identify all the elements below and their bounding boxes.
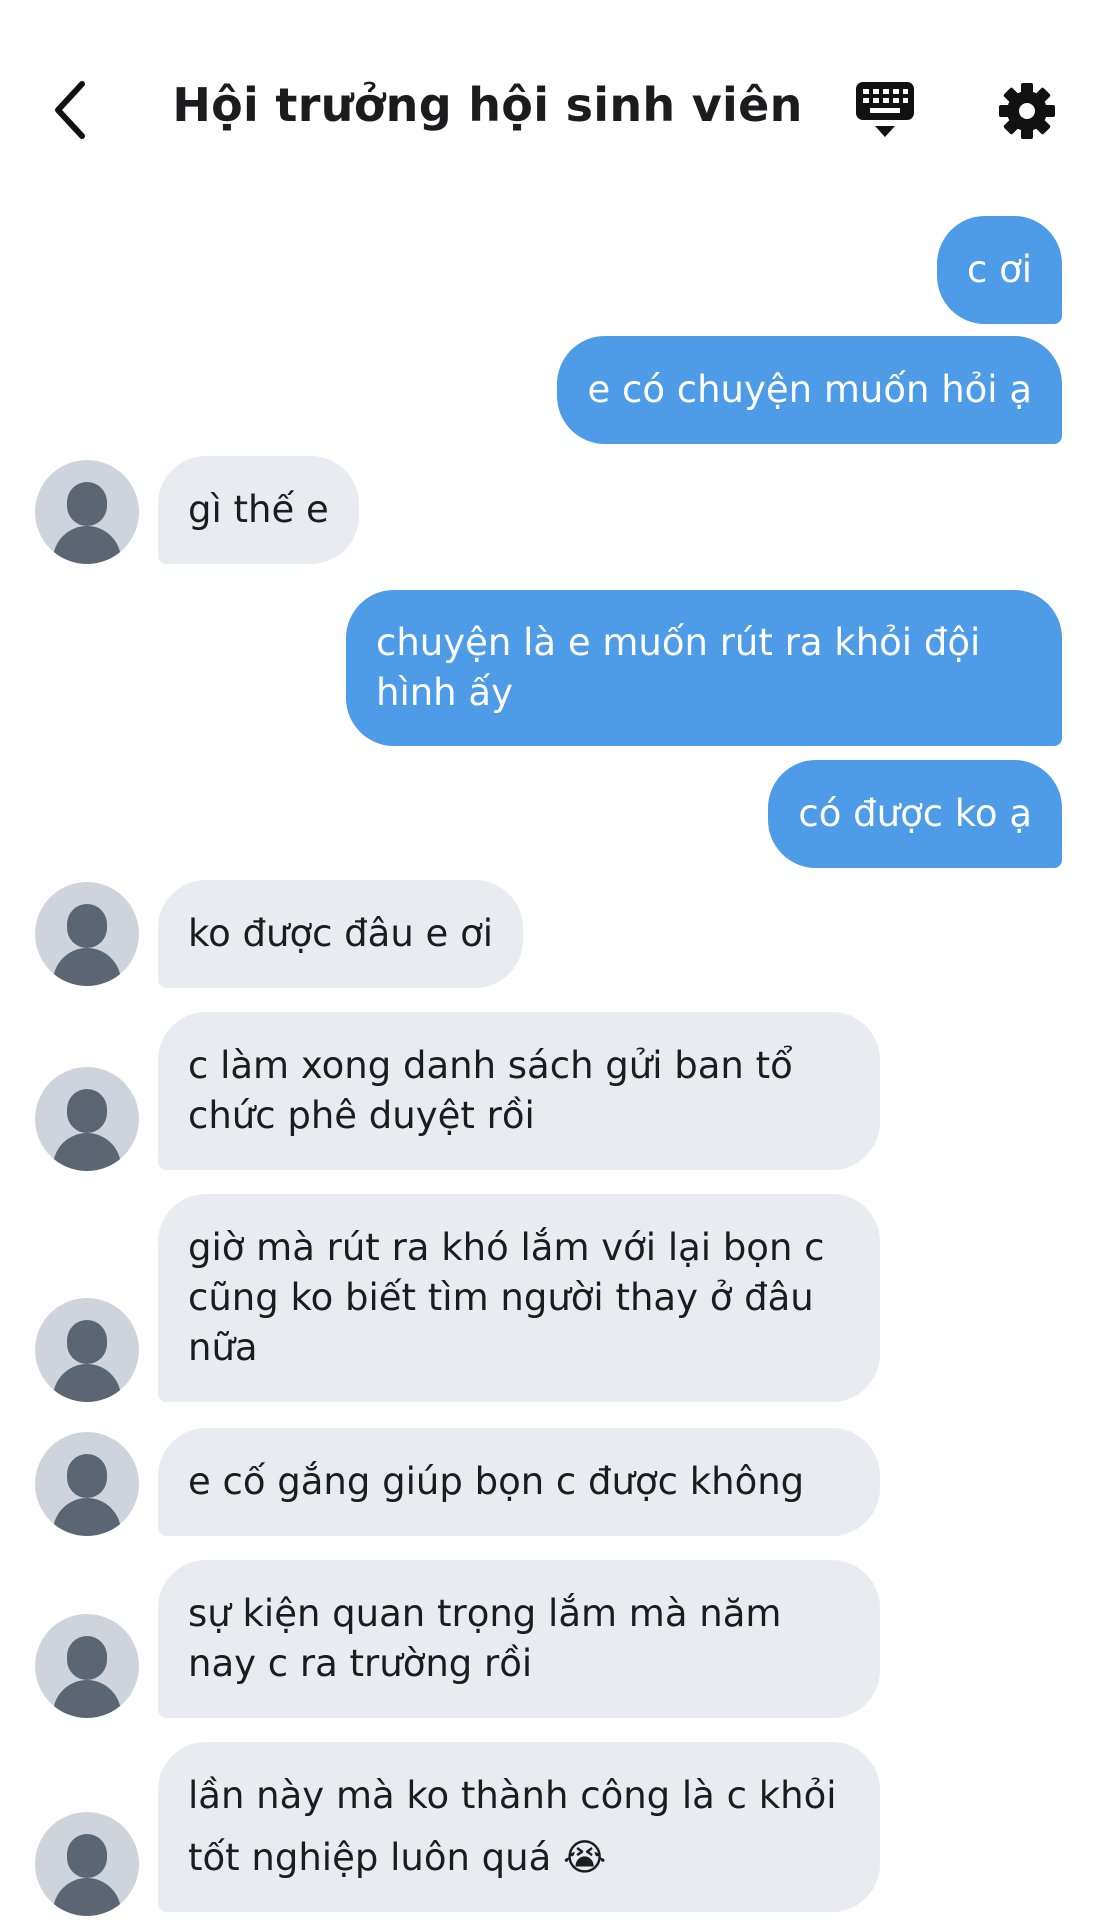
avatar[interactable] (35, 1614, 139, 1718)
chat-title: Hội trưởng hội sinh viên (172, 78, 803, 132)
message-bubble-outgoing[interactable]: e có chuyện muốn hỏi ạ (557, 336, 1062, 444)
message-bubble-incoming[interactable]: lần này mà ko thành công là c khỏi tốt n… (158, 1742, 880, 1912)
avatar[interactable] (35, 1432, 139, 1536)
message-bubble-outgoing[interactable]: chuyện là e muốn rút ra khỏi đội hình ấy (346, 590, 1062, 746)
message-bubble-incoming[interactable]: gì thế e (158, 456, 359, 564)
message-text: e có chuyện muốn hỏi ạ (587, 368, 1032, 411)
message-text: có được ko ạ (798, 792, 1032, 835)
message-text: c làm xong danh sách gửi ban tổ chức phê… (188, 1044, 793, 1137)
message-bubble-incoming[interactable]: ko được đâu e ơi (158, 880, 523, 988)
message-bubble-outgoing[interactable]: c ơi (936, 216, 1062, 324)
message-text: ko được đâu e ơi (188, 912, 493, 955)
avatar[interactable] (35, 882, 139, 986)
keyboard-button[interactable] (852, 78, 918, 144)
message-text: chuyện là e muốn rút ra khỏi đội hình ấy (376, 621, 981, 714)
settings-button[interactable] (994, 78, 1060, 144)
message-bubble-incoming[interactable]: sự kiện quan trọng lắm mà năm nay c ra t… (158, 1560, 880, 1718)
message-bubble-incoming[interactable]: giờ mà rút ra khó lắm với lại bọn c cũng… (158, 1194, 880, 1402)
avatar[interactable] (35, 1812, 139, 1916)
message-text: e cố gắng giúp bọn c được không (188, 1460, 805, 1503)
message-bubble-incoming[interactable]: e cố gắng giúp bọn c được không (158, 1428, 880, 1536)
message-text: giờ mà rút ra khó lắm với lại bọn c cũng… (188, 1226, 825, 1369)
message-text: gì thế e (188, 488, 329, 531)
avatar[interactable] (35, 460, 139, 564)
avatar[interactable] (35, 1067, 139, 1171)
message-bubble-outgoing[interactable]: có được ko ạ (768, 760, 1062, 868)
avatar[interactable] (35, 1298, 139, 1402)
message-text: sự kiện quan trọng lắm mà năm nay c ra t… (188, 1592, 782, 1685)
message-bubble-incoming[interactable]: c làm xong danh sách gửi ban tổ chức phê… (158, 1012, 880, 1170)
keyboard-icon (856, 82, 914, 137)
gear-icon (999, 83, 1055, 139)
chat-header: Hội trưởng hội sinh viên (0, 0, 1100, 200)
message-text: lần này mà ko thành công là c khỏi tốt n… (188, 1774, 837, 1879)
message-text: c ơi (966, 248, 1032, 291)
